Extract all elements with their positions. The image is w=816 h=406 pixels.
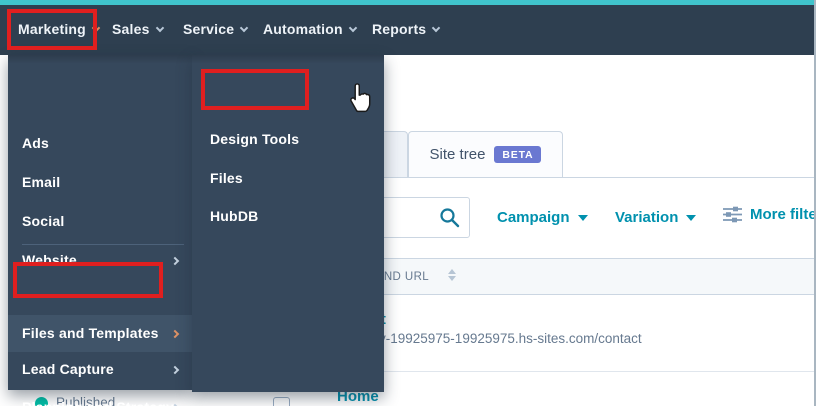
menu-item-website-label: Website xyxy=(22,252,77,268)
nav-item-marketing[interactable]: Marketing xyxy=(18,21,101,37)
chevron-right-icon xyxy=(170,365,180,375)
tab-site-tree-label: Site tree xyxy=(429,146,486,163)
nav-item-reports[interactable]: Reports xyxy=(372,21,441,37)
menu-item-website[interactable]: Website xyxy=(8,252,192,278)
menu-item-files-and-templates[interactable]: Files and Templates xyxy=(8,315,192,352)
files-and-templates-submenu: Design Tools Files HubDB xyxy=(192,55,384,392)
marketing-dropdown-menu: Ads Email Social Website Files and Templ… xyxy=(8,55,192,406)
campaign-filter-label: Campaign xyxy=(497,209,570,226)
chevron-down-icon xyxy=(348,23,358,33)
nav-item-sales-label: Sales xyxy=(112,21,150,37)
variation-filter-label: Variation xyxy=(615,209,679,226)
page-url-contact: y-19925975-19925975.hs-sites.com/contact xyxy=(379,331,642,346)
chevron-right-icon xyxy=(170,329,180,339)
menu-divider xyxy=(22,244,184,245)
submenu-item-design-tools-label: Design Tools xyxy=(210,131,300,147)
nav-item-sales[interactable]: Sales xyxy=(112,21,164,37)
sliders-icon xyxy=(723,206,742,223)
menu-item-files-and-templates-label: Files and Templates xyxy=(22,325,159,341)
submenu-item-files-label: Files xyxy=(210,170,243,186)
menu-item-ads[interactable]: Ads xyxy=(8,135,192,161)
caret-down-icon xyxy=(577,215,588,221)
menu-item-email[interactable]: Email xyxy=(8,174,192,200)
campaign-filter-dropdown[interactable]: Campaign xyxy=(497,209,588,226)
submenu-item-hubdb-label: HubDB xyxy=(210,208,259,224)
menu-item-lead-capture-label: Lead Capture xyxy=(22,361,114,377)
nav-item-service-label: Service xyxy=(183,21,235,37)
submenu-item-design-tools[interactable]: Design Tools xyxy=(192,131,384,157)
more-filters-button[interactable]: More filters xyxy=(723,206,816,223)
app-window: Site tree BETA Campaign Variation More f… xyxy=(0,0,816,406)
chevron-right-icon xyxy=(170,256,180,266)
menu-item-ads-label: Ads xyxy=(22,135,50,151)
tab-row-divider xyxy=(360,177,816,178)
row-checkbox[interactable] xyxy=(273,397,290,406)
menu-item-planning-and-strategy[interactable]: Planning and Strategy xyxy=(8,399,192,406)
nav-item-automation[interactable]: Automation xyxy=(263,21,358,37)
nav-item-marketing-label: Marketing xyxy=(18,21,86,37)
nav-item-reports-label: Reports xyxy=(372,21,427,37)
menu-item-planning-and-strategy-label: Planning and Strategy xyxy=(22,399,174,406)
variation-filter-dropdown[interactable]: Variation xyxy=(615,209,697,226)
menu-item-lead-capture[interactable]: Lead Capture xyxy=(8,361,192,387)
menu-item-email-label: Email xyxy=(22,174,61,190)
main-navbar: Marketing Sales Service Automation Repor… xyxy=(0,5,816,55)
chevron-down-icon xyxy=(432,23,441,33)
search-icon[interactable] xyxy=(439,207,460,228)
sort-icon[interactable] xyxy=(448,269,456,281)
submenu-item-files[interactable]: Files xyxy=(192,170,384,196)
menu-item-social-label: Social xyxy=(22,213,65,229)
more-filters-label: More filters xyxy=(750,206,816,223)
chevron-down-icon xyxy=(91,23,101,33)
submenu-item-hubdb[interactable]: HubDB xyxy=(192,208,384,234)
caret-down-icon xyxy=(686,215,697,221)
nav-item-automation-label: Automation xyxy=(263,21,343,37)
chevron-down-icon xyxy=(239,23,249,33)
chevron-down-icon xyxy=(155,23,164,33)
window-accent-strip xyxy=(0,0,816,5)
menu-item-social[interactable]: Social xyxy=(8,213,192,239)
beta-badge: BETA xyxy=(494,146,542,163)
nav-item-service[interactable]: Service xyxy=(183,21,249,37)
tab-site-tree[interactable]: Site tree BETA xyxy=(408,131,563,177)
